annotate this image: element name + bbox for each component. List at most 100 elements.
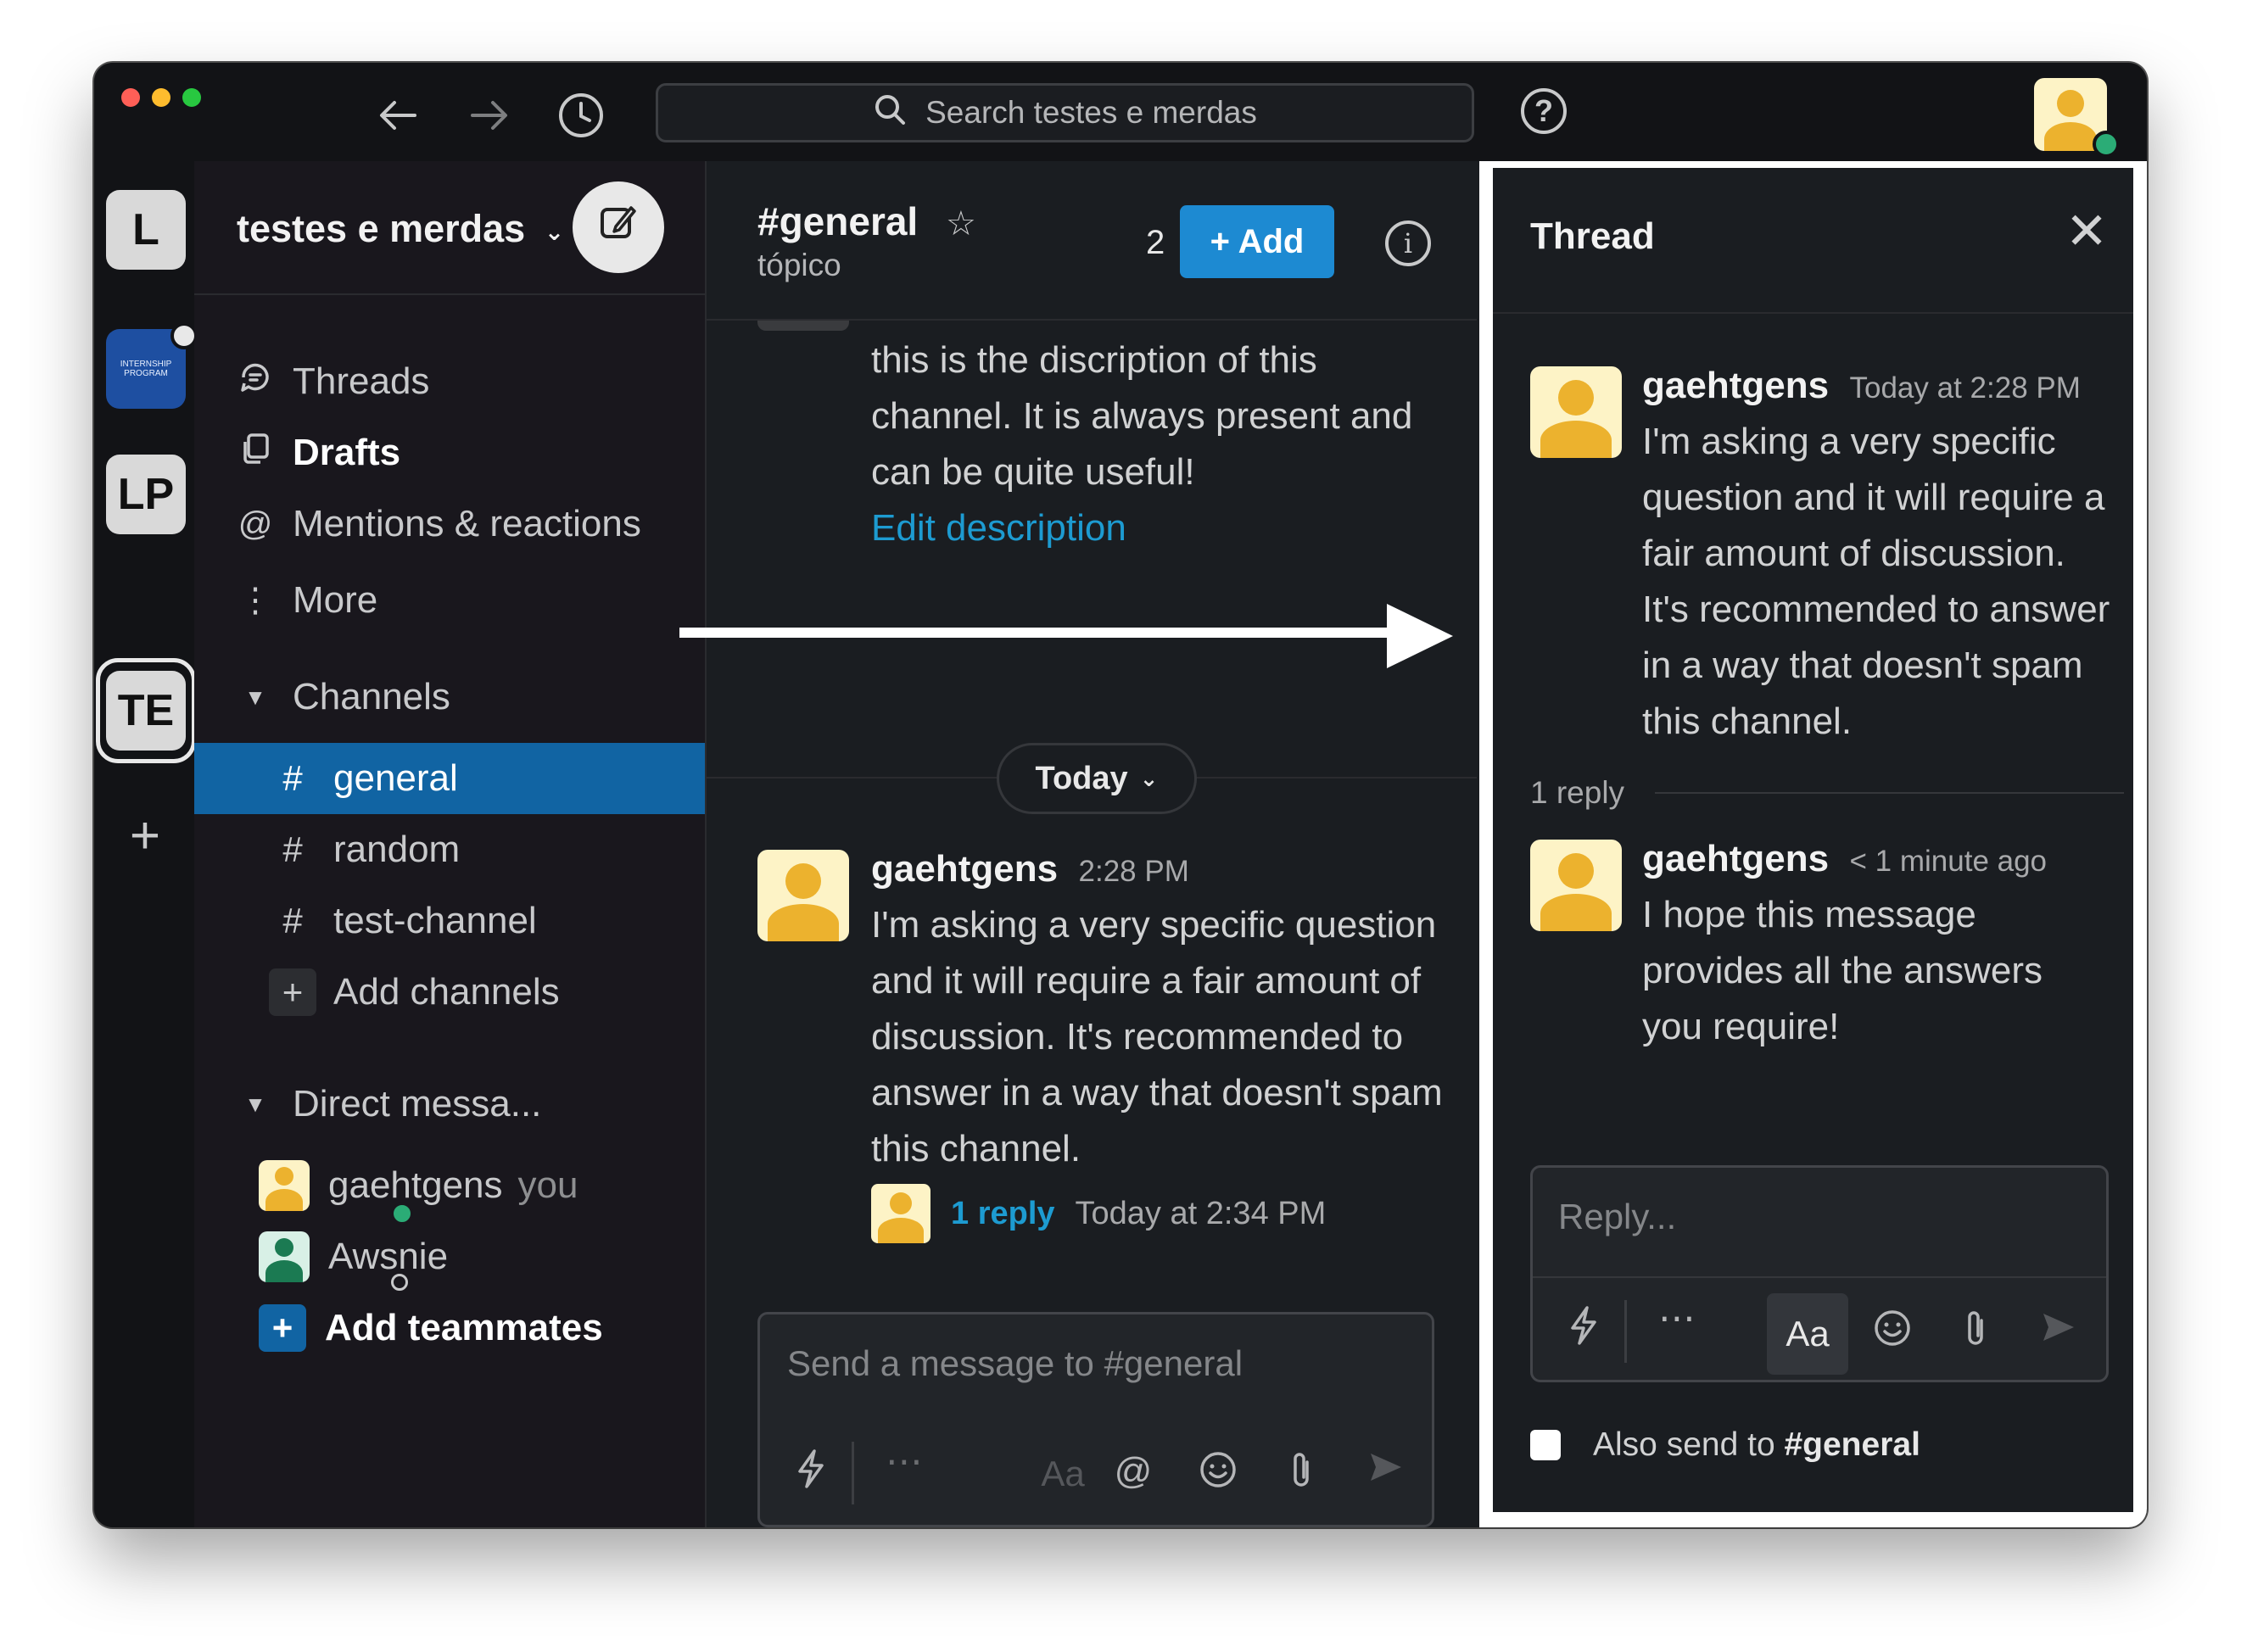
channel-description: this is the discription of this channel.…	[871, 339, 1413, 549]
message-author[interactable]: gaehtgens	[1642, 838, 1829, 879]
send-icon[interactable]	[2033, 1310, 2084, 1353]
minimize-window-button[interactable]	[152, 88, 170, 107]
reply-composer[interactable]: Reply... ⋯ Aa	[1530, 1165, 2109, 1382]
forward-arrow-icon[interactable]	[462, 88, 517, 142]
sidebar-item-drafts[interactable]: Drafts	[194, 417, 705, 488]
message-composer[interactable]: Send a message to #general ⋯ Aa @	[757, 1312, 1434, 1527]
add-people-button[interactable]: + Add	[1180, 205, 1334, 278]
avatar[interactable]	[1530, 366, 1622, 458]
dm-item-awsnie[interactable]: Awsnie	[194, 1221, 705, 1292]
formatting-toggle[interactable]: Aa	[1025, 1454, 1101, 1494]
channel-view: #general ☆ tópico 2 + Add i this is the …	[707, 161, 1477, 1527]
emoji-icon[interactable]	[1867, 1309, 1918, 1357]
hash-icon: #	[282, 901, 303, 940]
chevron-down-icon: ⌄	[1139, 765, 1159, 791]
close-window-button[interactable]	[121, 88, 140, 107]
also-send-checkbox[interactable]	[1530, 1430, 1561, 1460]
channel-topic[interactable]: tópico	[757, 248, 841, 283]
shortcuts-lightning-icon[interactable]	[1558, 1305, 1609, 1355]
toolbar-separator	[852, 1442, 854, 1504]
thread-replies-bar[interactable]: 1 reply Today at 2:34 PM	[871, 1184, 1448, 1243]
message-body: I'm asking a very specific question and …	[1642, 421, 2110, 742]
intro-avatar-partial	[757, 321, 849, 331]
channel-info-icon[interactable]: i	[1385, 220, 1431, 266]
thread-header-divider	[1493, 312, 2133, 314]
caret-down-icon: ▼	[244, 684, 266, 710]
channel-title[interactable]: #general ☆	[757, 198, 976, 244]
shortcuts-lightning-icon[interactable]	[785, 1448, 836, 1499]
title-bar: Search testes e merdas ?	[94, 63, 2147, 161]
also-send-label[interactable]: Also send to #general	[1593, 1426, 1920, 1464]
thread-reply-message: gaehtgens < 1 minute ago I hope this mes…	[1642, 831, 2117, 1055]
reply-count-link[interactable]: 1 reply	[951, 1196, 1055, 1232]
annotation-arrow-head	[1387, 604, 1453, 668]
mention-icon[interactable]: @	[1108, 1450, 1159, 1493]
at-sign-icon: @	[238, 505, 273, 543]
more-horizontal-icon[interactable]: ⋯	[1651, 1297, 1702, 1340]
thread-title: Thread	[1530, 215, 1655, 257]
date-divider-button[interactable]: Today ⌄	[997, 743, 1197, 814]
sidebar-item-test-channel[interactable]: # test-channel	[194, 885, 705, 957]
more-horizontal-icon[interactable]: ⋯	[879, 1440, 930, 1483]
message-time[interactable]: 2:28 PM	[1079, 855, 1189, 888]
search-bar[interactable]: Search testes e merdas	[656, 83, 1474, 142]
formatting-toggle[interactable]: Aa	[1767, 1293, 1848, 1375]
sidebar-item-general[interactable]: # general	[194, 743, 705, 814]
thread-panel-frame: Thread ✕ gaehtgens Today at 2:28 PM I'm …	[1479, 161, 2147, 1527]
sidebar-divider	[194, 293, 705, 295]
workspace-l[interactable]: L	[106, 190, 186, 270]
search-placeholder: Search testes e merdas	[925, 95, 1257, 130]
drafts-icon	[232, 432, 279, 474]
workspace-name-button[interactable]: testes e merdas ⌄	[237, 207, 564, 251]
hash-icon: #	[282, 758, 303, 798]
compose-button[interactable]	[573, 181, 664, 273]
plus-icon: +	[269, 968, 316, 1016]
close-thread-icon[interactable]: ✕	[2053, 202, 2121, 261]
add-teammates-button[interactable]: + Add teammates	[194, 1292, 705, 1364]
sidebar-item-random[interactable]: # random	[194, 814, 705, 885]
dm-section-header[interactable]: ▼ Direct messa...	[194, 1069, 705, 1140]
message-time[interactable]: < 1 minute ago	[1850, 845, 2048, 878]
message-time[interactable]: Today at 2:28 PM	[1850, 371, 2081, 405]
message-body: I hope this message provides all the ans…	[1642, 894, 2043, 1047]
add-workspace-button[interactable]: +	[120, 806, 170, 866]
app-window: Search testes e merdas ? L INTERNSHIP PR…	[94, 63, 2147, 1527]
channels-section-header[interactable]: ▼ Channels	[194, 661, 705, 733]
history-clock-icon[interactable]	[554, 88, 608, 142]
edit-description-link[interactable]: Edit description	[871, 507, 1126, 549]
reply-time: Today at 2:34 PM	[1075, 1195, 1327, 1231]
chevron-down-icon: ⌄	[544, 218, 565, 245]
emoji-icon[interactable]	[1193, 1450, 1243, 1499]
compose-icon	[597, 201, 640, 254]
avatar[interactable]	[1530, 840, 1622, 931]
message-author[interactable]: gaehtgens	[871, 848, 1058, 890]
send-icon[interactable]	[1361, 1450, 1411, 1493]
caret-down-icon: ▼	[244, 1091, 266, 1117]
dm-item-gaehtgens[interactable]: gaehtgens you	[194, 1150, 705, 1221]
message-author[interactable]: gaehtgens	[1642, 365, 1829, 406]
reply-input[interactable]: Reply...	[1558, 1197, 1676, 1237]
hash-icon: #	[282, 829, 303, 869]
presence-active-icon	[2093, 131, 2120, 158]
workspace-rail: L INTERNSHIP PROGRAM LP TE +	[94, 161, 198, 1527]
thread-parent-message: gaehtgens Today at 2:28 PM I'm asking a …	[1642, 358, 2117, 750]
message-body: I'm asking a very specific question and …	[871, 904, 1443, 1169]
reply-count-divider: 1 reply	[1530, 775, 2124, 811]
sidebar-item-more[interactable]: ⋮ More	[194, 565, 705, 636]
workspace-te[interactable]: TE	[106, 671, 186, 751]
message-input[interactable]: Send a message to #general	[787, 1343, 1243, 1384]
search-icon	[873, 92, 907, 134]
workspace-lp[interactable]: LP	[106, 455, 186, 534]
help-icon[interactable]: ?	[1521, 88, 1567, 134]
composer-divider	[1533, 1276, 2106, 1278]
back-arrow-icon[interactable]	[371, 88, 425, 142]
attachment-icon[interactable]	[1276, 1450, 1327, 1500]
threads-icon	[232, 360, 279, 403]
avatar[interactable]	[757, 850, 849, 941]
add-channels-button[interactable]: + Add channels	[194, 957, 705, 1028]
star-icon[interactable]: ☆	[946, 205, 976, 243]
maximize-window-button[interactable]	[182, 88, 201, 107]
sidebar-item-threads[interactable]: Threads	[194, 346, 705, 417]
sidebar-item-mentions[interactable]: @ Mentions & reactions	[194, 488, 705, 560]
attachment-icon[interactable]	[1950, 1309, 2001, 1359]
